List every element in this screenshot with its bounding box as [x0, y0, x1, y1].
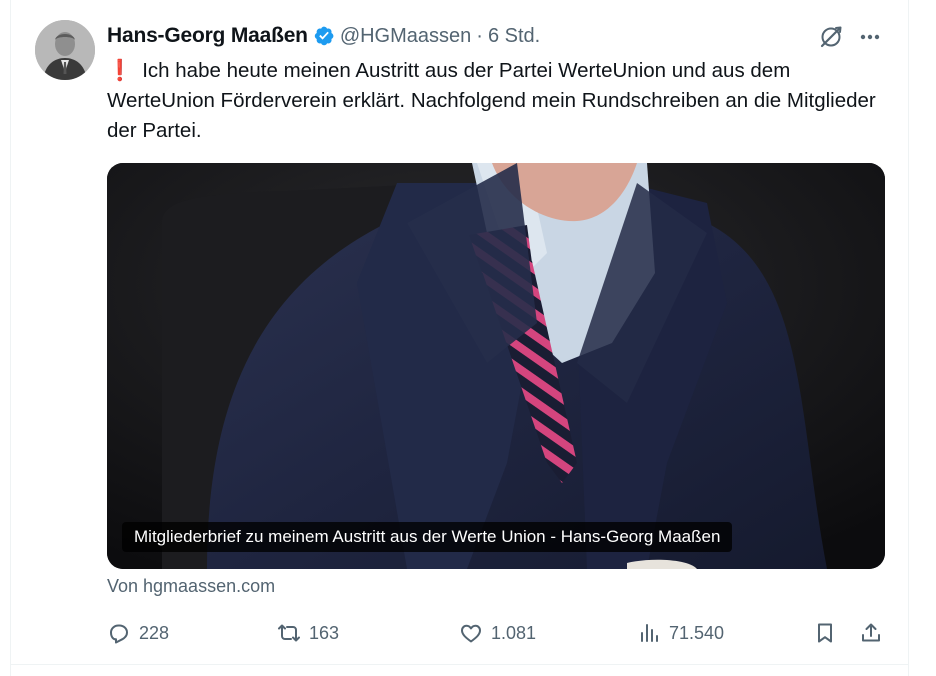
avatar[interactable] [35, 20, 95, 80]
views-button[interactable]: 71.540 [637, 618, 724, 648]
timeline-border-right [908, 0, 909, 676]
tweet-timestamp[interactable]: 6 Std. [488, 25, 540, 48]
reply-count: 228 [139, 622, 170, 643]
bookmark-icon [818, 623, 832, 643]
repost-icon [278, 624, 300, 642]
author-name[interactable]: Hans-Georg Maaßen [107, 24, 308, 48]
repost-button[interactable]: 163 [277, 618, 339, 648]
author-handle[interactable]: @HGMaassen [340, 25, 471, 48]
more-icon[interactable] [856, 26, 884, 48]
link-card-image [107, 163, 885, 569]
timeline-divider [10, 664, 909, 665]
avatar-photo [35, 20, 95, 80]
like-count: 1.081 [491, 622, 537, 643]
share-button[interactable] [859, 618, 883, 648]
like-icon [461, 624, 481, 643]
grok-icon[interactable] [818, 24, 844, 50]
views-count: 71.540 [669, 622, 725, 643]
verified-badge-icon[interactable] [313, 25, 335, 47]
header-separator: · [476, 24, 483, 47]
link-card[interactable]: Mitgliederbrief zu meinem Austritt aus d… [107, 163, 885, 569]
reply-icon [110, 624, 128, 644]
share-icon [862, 623, 880, 642]
repost-count: 163 [309, 622, 340, 643]
exclamation-emoji-icon: ❗ [107, 59, 133, 82]
tweet-header: Hans-Georg Maaßen @HGMaassen · 6 Std. [107, 22, 540, 50]
reply-button[interactable]: 228 [107, 618, 169, 648]
like-button[interactable]: 1.081 [459, 618, 536, 648]
tweet-body: Ich habe heute meinen Austritt aus der P… [107, 59, 876, 142]
tweet-actions: 228 163 1.081 71.540 [107, 618, 887, 648]
views-icon [641, 624, 658, 642]
link-source[interactable]: Von hgmaassen.com [107, 576, 275, 597]
link-card-caption[interactable]: Mitgliederbrief zu meinem Austritt aus d… [122, 522, 733, 552]
bookmark-button[interactable] [813, 618, 837, 648]
tweet-text: ❗ Ich habe heute meinen Austritt aus der… [107, 56, 897, 146]
timeline-border-left [10, 0, 11, 676]
